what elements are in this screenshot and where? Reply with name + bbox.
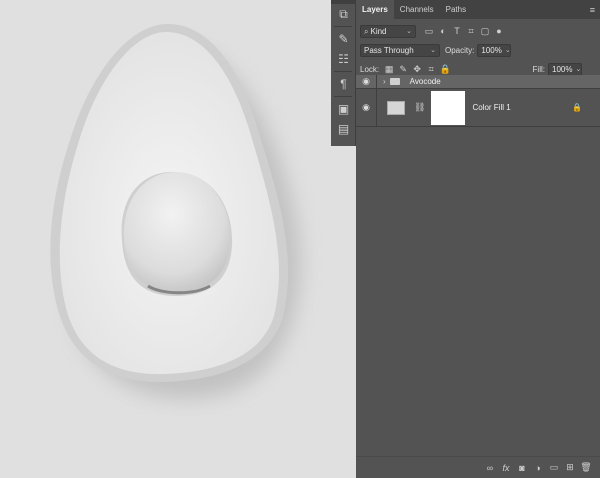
avocado-image	[50, 24, 301, 399]
tab-channels[interactable]: Channels	[394, 0, 440, 19]
layer-name: Color Fill 1	[472, 103, 511, 112]
document-canvas[interactable]	[0, 0, 356, 478]
row-separator	[376, 89, 377, 126]
tab-layers[interactable]: Layers	[356, 0, 394, 19]
row-separator	[376, 75, 377, 88]
layers-footer: ∞ fx ◙ ◑ ▭ ⊞ 🗑	[356, 456, 600, 478]
layer-row-avocode[interactable]: ◉ › Avocode	[356, 75, 600, 89]
filter-kind-label: Kind	[370, 27, 387, 36]
smart-object-filter-icon[interactable]: ▢	[478, 26, 492, 37]
layer-row-color-fill[interactable]: ◉ ⛓ Color Fill 1 🔒	[356, 89, 600, 127]
adjustments-icon[interactable]: ☷	[331, 49, 356, 69]
libraries-icon[interactable]: ▣	[331, 99, 356, 119]
layer-mask-thumbnail[interactable]	[431, 90, 466, 125]
blend-row: Pass Through ⌄ Opacity: 100% ⌄	[356, 41, 600, 60]
filter-row: ⌕ Kind ⌄ ▭ ◐ T ⌗ ▢ ●	[356, 22, 600, 41]
shape-filter-icon[interactable]: ⌗	[464, 26, 478, 37]
dock-separator	[334, 96, 352, 97]
add-mask-icon[interactable]: ◙	[514, 463, 530, 473]
panel-menu-icon[interactable]: ≡	[590, 5, 595, 15]
adjustment-filter-icon[interactable]: ◐	[436, 26, 450, 37]
paragraph-icon[interactable]: ¶	[331, 74, 356, 94]
tab-paths[interactable]: Paths	[440, 0, 472, 19]
dock-separator	[334, 71, 352, 72]
new-adjustment-icon[interactable]: ◑	[530, 463, 546, 473]
chevron-down-icon: ⌄	[504, 47, 511, 54]
lock-label: Lock:	[360, 65, 380, 74]
eye-icon[interactable]: ◉	[356, 76, 376, 87]
brush-presets-icon[interactable]: ✎	[331, 29, 356, 49]
disclosure-arrow-icon[interactable]: ›	[383, 77, 386, 86]
layer-effects-icon[interactable]: fx	[498, 463, 514, 473]
opacity-label: Opacity:	[445, 46, 475, 55]
link-layers-icon[interactable]: ∞	[482, 463, 498, 473]
fill-adjustment-icon	[387, 100, 405, 115]
opacity-value: 100%	[481, 46, 502, 55]
lock-position-icon[interactable]: ✥	[410, 64, 424, 75]
blend-mode-value: Pass Through	[364, 46, 414, 55]
layer-name: Avocode	[409, 77, 441, 86]
chevron-down-icon: ⌄	[430, 47, 436, 54]
trash-icon[interactable]: 🗑	[578, 462, 594, 473]
filter-toggle-icon[interactable]: ●	[492, 26, 506, 37]
history-icon[interactable]: ⧉	[331, 4, 356, 24]
notes-icon[interactable]: ▤	[331, 119, 356, 139]
new-layer-icon[interactable]: ⊞	[562, 462, 578, 473]
opacity-field[interactable]: 100% ⌄	[477, 44, 512, 57]
lock-all-icon[interactable]: 🔒	[438, 64, 452, 75]
blend-mode-dropdown[interactable]: Pass Through ⌄	[360, 44, 440, 57]
folder-icon	[389, 78, 400, 85]
fill-label: Fill:	[532, 65, 545, 74]
filter-kind-dropdown[interactable]: ⌕ Kind ⌄	[360, 25, 416, 38]
chevron-down-icon: ⌄	[406, 28, 412, 35]
type-filter-icon[interactable]: T	[450, 26, 464, 37]
search-icon: ⌕	[364, 27, 369, 36]
lock-transparent-icon[interactable]: ▦	[382, 64, 396, 75]
chain-link-icon[interactable]: ⛓	[414, 102, 425, 113]
panel-dock-strip: ⧉ ✎ ☷ ¶ ▣ ▤	[331, 0, 356, 146]
image-filter-icon[interactable]: ▭	[422, 26, 436, 37]
new-group-icon[interactable]: ▭	[546, 462, 562, 473]
layers-list: ◉ › Avocode ◉ ⛓ Color Fill 1 🔒	[356, 75, 600, 127]
lock-image-icon[interactable]: ✎	[396, 64, 410, 75]
panel-tab-bar: Layers Channels Paths ≡	[356, 0, 600, 19]
eye-icon[interactable]: ◉	[356, 102, 376, 113]
dock-separator	[334, 26, 352, 27]
lock-artboard-icon[interactable]: ⌗	[424, 64, 438, 75]
lock-icon: 🔒	[572, 103, 582, 112]
layers-panel: Layers Channels Paths ≡ ⌕ Kind ⌄ ▭ ◐ T ⌗…	[356, 0, 600, 478]
